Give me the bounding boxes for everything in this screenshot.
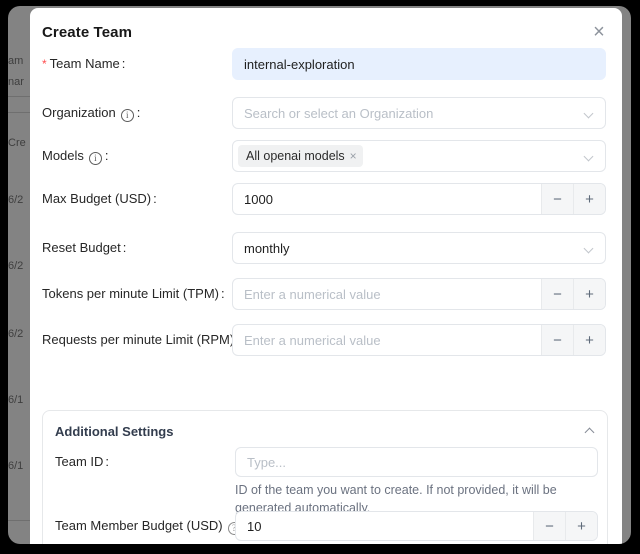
chevron-down-icon	[584, 152, 594, 162]
max-budget-stepper: − +	[232, 183, 606, 215]
bg-table-divider	[8, 112, 30, 113]
decrement-button[interactable]: −	[541, 184, 573, 214]
rpm-stepper: − +	[232, 324, 606, 356]
models-label: Modelsi:	[42, 140, 109, 172]
bg-date-fragment: 6/2	[8, 260, 23, 272]
models-select[interactable]: All openai models ×	[232, 140, 606, 172]
reset-budget-label: Reset Budget:	[42, 232, 126, 264]
max-budget-input[interactable]	[233, 184, 541, 214]
bg-text-fragment: nar	[8, 76, 24, 88]
remove-tag-icon[interactable]: ×	[350, 150, 357, 162]
rpm-input[interactable]	[233, 325, 541, 355]
decrement-button[interactable]: −	[541, 279, 573, 309]
tpm-limit-label: Tokens per minute Limit (TPM):	[42, 278, 225, 310]
max-budget-label: Max Budget (USD):	[42, 183, 157, 215]
required-asterisk: *	[42, 57, 47, 71]
decrement-button[interactable]: −	[541, 325, 573, 355]
close-icon[interactable]: ×	[587, 20, 611, 44]
chevron-down-icon	[584, 109, 594, 119]
reset-budget-row: Reset Budget: monthly	[30, 232, 622, 264]
team-member-budget-stepper: − +	[235, 511, 598, 541]
additional-settings-panel: Additional Settings Team ID: ID of the t…	[42, 410, 608, 544]
additional-settings-title: Additional Settings	[55, 424, 173, 439]
team-id-input[interactable]	[235, 447, 598, 477]
bg-text-fragment: am	[8, 55, 23, 67]
team-name-row: *Team Name:	[30, 48, 622, 80]
bg-date-fragment: 6/1	[8, 460, 23, 472]
chevron-down-icon	[584, 244, 594, 254]
modal-title: Create Team	[42, 24, 132, 41]
info-icon: i	[121, 109, 134, 122]
chevron-up-icon[interactable]	[585, 428, 595, 438]
increment-button[interactable]: +	[573, 279, 605, 309]
increment-button[interactable]: +	[573, 325, 605, 355]
info-icon: i	[89, 152, 102, 165]
increment-button[interactable]: +	[573, 184, 605, 214]
create-team-modal: Create Team × *Team Name: Organizationi:…	[30, 8, 622, 544]
bg-text-fragment: Cre	[8, 137, 26, 149]
models-row: Modelsi: All openai models ×	[30, 140, 622, 172]
team-name-input[interactable]	[232, 48, 606, 80]
app-window: am nar Cre 6/2 6/2 6/2 6/1 6/1 Create Te…	[8, 6, 631, 544]
team-member-budget-label: Team Member Budget (USD)?:	[55, 511, 247, 541]
bg-date-fragment: 6/2	[8, 328, 23, 340]
organization-label: Organizationi:	[42, 97, 140, 129]
bg-table-divider	[8, 520, 30, 521]
team-member-budget-input[interactable]	[236, 512, 533, 540]
tpm-input[interactable]	[233, 279, 541, 309]
dimmed-background-table: am nar Cre 6/2 6/2 6/2 6/1 6/1	[8, 6, 30, 544]
increment-button[interactable]: +	[565, 512, 597, 540]
organization-row: Organizationi: Search or select an Organ…	[30, 97, 622, 129]
reset-budget-value: monthly	[244, 241, 290, 256]
organization-placeholder: Search or select an Organization	[244, 106, 433, 121]
team-id-row: Team ID:	[43, 447, 607, 477]
tpm-limit-row: Tokens per minute Limit (TPM): − +	[30, 278, 622, 310]
bg-date-fragment: 6/1	[8, 394, 23, 406]
decrement-button[interactable]: −	[533, 512, 565, 540]
tpm-stepper: − +	[232, 278, 606, 310]
team-name-label: *Team Name:	[42, 48, 125, 80]
rpm-limit-row: Requests per minute Limit (RPM): − +	[30, 324, 622, 356]
team-member-budget-row: Team Member Budget (USD)?: − +	[43, 511, 607, 541]
max-budget-row: Max Budget (USD): − +	[30, 183, 622, 215]
bg-table-divider	[8, 96, 30, 97]
selected-model-tag: All openai models ×	[238, 145, 363, 167]
rpm-limit-label: Requests per minute Limit (RPM):	[42, 324, 240, 356]
reset-budget-select[interactable]: monthly	[232, 232, 606, 264]
team-id-label: Team ID:	[55, 447, 109, 477]
bg-date-fragment: 6/2	[8, 194, 23, 206]
organization-select[interactable]: Search or select an Organization	[232, 97, 606, 129]
